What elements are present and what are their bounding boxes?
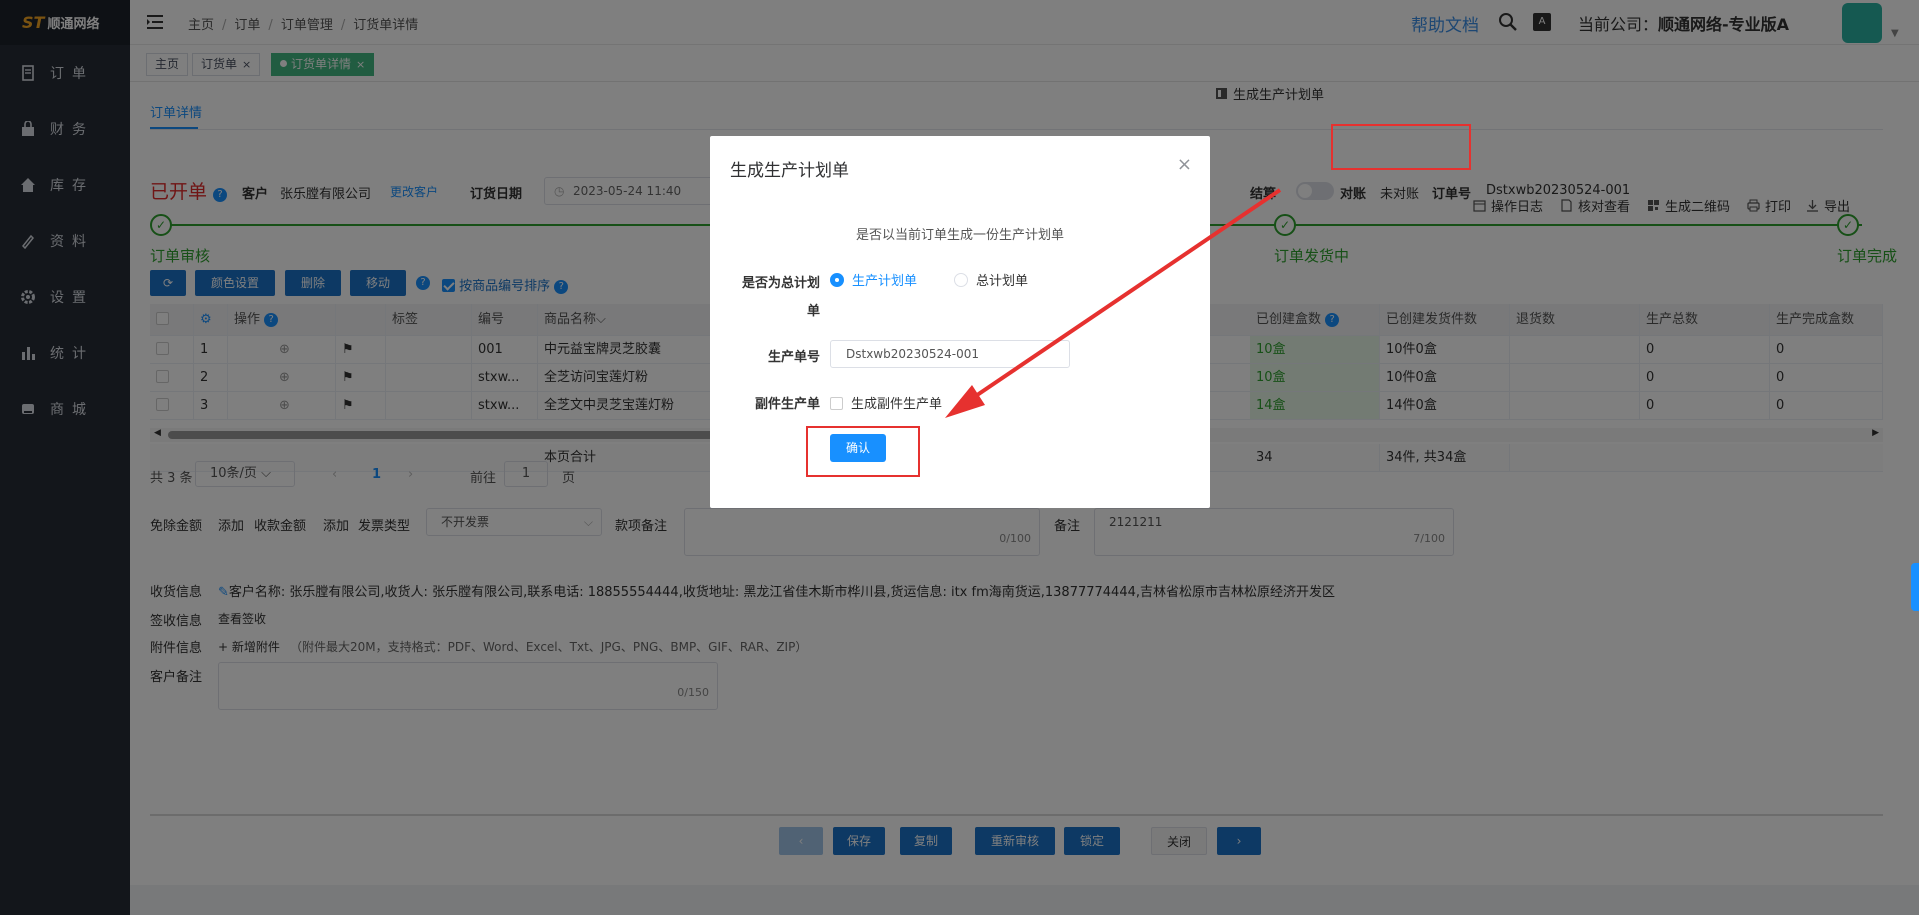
production-no-input[interactable]: Dstxwb20230524-001 [830, 340, 1070, 368]
radio-production-plan[interactable]: 生产计划单 [830, 270, 917, 289]
close-icon[interactable]: × [1177, 154, 1192, 175]
dialog-title: 生成生产计划单 [730, 161, 849, 181]
radio-master-plan[interactable]: 总计划单 [954, 270, 1028, 289]
dialog-message: 是否以当前订单生成一份生产计划单 [855, 228, 1064, 243]
side-drawer-handle[interactable] [1911, 563, 1919, 611]
sub-production-checkbox[interactable]: 生成副件生产单 [830, 393, 942, 412]
generate-plan-dialog: 生成生产计划单 × 是否以当前订单生成一份生产计划单 是否为总计划单 生产计划单… [710, 136, 1210, 508]
production-no-label: 生产单号 [767, 350, 820, 365]
sub-production-label: 副件生产单 [754, 397, 820, 412]
annotation-box-generate-plan [1331, 124, 1471, 170]
annotation-box-confirm [806, 426, 920, 477]
is-master-plan-label: 是否为总计划单 [741, 276, 820, 319]
